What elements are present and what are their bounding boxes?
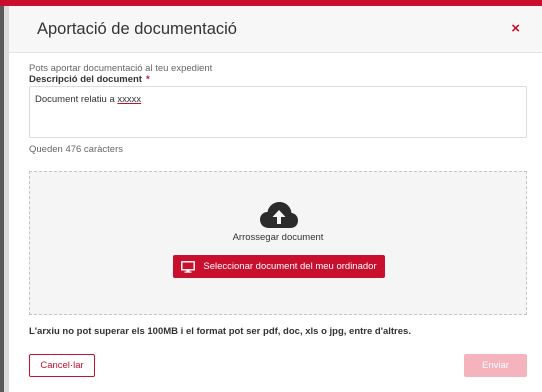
description-value-prefix: Document relatiu a [35,94,118,105]
chars-remaining: Queden 476 caràcters [29,144,124,155]
send-button[interactable]: Enviar [464,354,527,377]
file-dropzone[interactable]: Arrossegar document Seleccionar document… [29,171,527,315]
monitor-icon [181,260,196,273]
cloud-upload-icon [260,202,298,228]
drag-document-text: Arrossegar document [232,232,324,243]
description-label: Descripció del document * [29,74,150,85]
description-label-text: Descripció del document [29,74,142,85]
select-file-button[interactable]: Seleccionar document del meu ordinador [173,255,385,278]
modal-header: Aportació de documentació × [9,6,542,53]
description-textarea[interactable]: Document relatiu a xxxxx [29,86,527,138]
modal-title: Aportació de documentació [37,20,237,38]
background-page-edge [0,6,9,392]
description-value-suffix: xxxxx [117,94,142,105]
file-limits-text: L'arxiu no pot superar els 100MB i el fo… [29,326,411,337]
intro-text: Pots aportar documentació al teu expedie… [29,63,213,74]
close-button[interactable]: × [511,20,520,37]
cancel-button[interactable]: Cancel·lar [29,354,95,377]
select-file-label: Seleccionar document del meu ordinador [203,261,377,272]
document-upload-modal: Aportació de documentació × Pots aportar… [9,6,542,392]
required-marker: * [145,74,150,85]
